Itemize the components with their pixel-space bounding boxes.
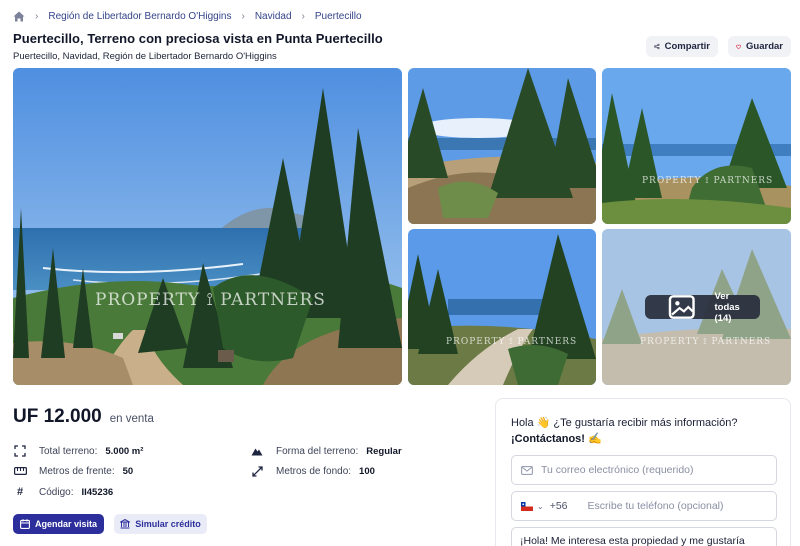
mountain-icon: [250, 444, 264, 458]
email-placeholder: Tu correo electrónico (requerido): [541, 464, 694, 476]
gallery-photo-4[interactable]: PROPERTY ⟟ PARTNERS Ver todas (14): [602, 229, 791, 385]
save-label: Guardar: [746, 41, 783, 52]
share-button[interactable]: Compartir: [646, 36, 718, 57]
phone-placeholder: Escribe tu teléfono (opcional): [587, 500, 724, 512]
bank-icon: [120, 519, 131, 529]
hash-icon: #: [16, 486, 24, 498]
heart-icon: [736, 44, 741, 49]
listing-location: Puertecillo, Navidad, Región de Libertad…: [13, 51, 277, 62]
feature-frontage: Metros de frente: 50: [13, 464, 133, 478]
contact-greeting: Hola 👋 ¿Te gustaría recibir más informac…: [511, 417, 738, 429]
mail-icon: [521, 465, 533, 475]
feature-total-area: Total terreno: 5.000 m²: [13, 444, 143, 458]
simulate-credit-button[interactable]: Simular crédito: [114, 514, 207, 534]
gallery-photo-3[interactable]: PROPERTY ⟟ PARTNERS: [408, 229, 596, 385]
coastal-landscape-image: [13, 68, 402, 385]
view-all-label: Ver todas (14): [714, 290, 740, 324]
simulate-credit-label: Simular crédito: [135, 519, 201, 529]
expand-icon: [13, 444, 27, 458]
view-all-photos-button[interactable]: Ver todas (14): [645, 291, 760, 324]
schedule-visit-button[interactable]: Agendar visita: [13, 514, 104, 534]
watermark: PROPERTY ⟟ PARTNERS: [640, 337, 772, 347]
price-amount: UF 12.000: [13, 406, 102, 427]
feature-value: 100: [359, 465, 375, 477]
feature-code: # Código: II45236: [13, 485, 113, 499]
home-icon[interactable]: [13, 11, 25, 22]
calendar-icon: [20, 519, 30, 529]
message-text: ¡Hola! Me interesa esta propiedad y me g…: [520, 535, 745, 546]
feature-label: Metros de frente:: [39, 465, 115, 477]
chile-flag-icon[interactable]: [521, 501, 533, 511]
feature-value: Regular: [366, 445, 402, 457]
breadcrumb-commune[interactable]: Navidad: [255, 11, 292, 22]
feature-value: II45236: [81, 486, 114, 498]
feature-label: Código:: [39, 486, 74, 498]
schedule-visit-label: Agendar visita: [34, 519, 98, 529]
gallery-photo-1[interactable]: [408, 68, 596, 224]
gallery-photo-2[interactable]: PROPERTY ⟟ PARTNERS: [602, 68, 791, 224]
contact-cta: ¡Contáctanos! ✍️: [511, 433, 602, 445]
price: UF 12.000 en venta: [13, 406, 154, 428]
main-photo[interactable]: PROPERTY ⟟ PARTNERS: [13, 68, 402, 385]
watermark: PROPERTY ⟟ PARTNERS: [642, 176, 774, 186]
listing-title: Puertecillo, Terreno con preciosa vista …: [13, 31, 383, 46]
breadcrumb: › Región de Libertador Bernardo O'Higgin…: [13, 9, 362, 23]
road-image: [408, 229, 596, 385]
diagonal-arrows-icon: [250, 464, 264, 478]
feature-label: Total terreno:: [39, 445, 98, 457]
palm-trees-image: [602, 68, 791, 224]
message-field[interactable]: ¡Hola! Me interesa esta propiedad y me g…: [511, 527, 777, 546]
chevron-right-icon: ›: [301, 10, 305, 22]
share-icon: [654, 43, 660, 50]
breadcrumb-region[interactable]: Región de Libertador Bernardo O'Higgins: [48, 11, 231, 22]
contact-card: Hola 👋 ¿Te gustaría recibir más informac…: [495, 398, 791, 546]
ruler-icon: [13, 464, 27, 478]
save-button[interactable]: Guardar: [728, 36, 791, 57]
photos-icon: [668, 295, 695, 319]
watermark: PROPERTY ⟟ PARTNERS: [95, 290, 326, 310]
chevron-right-icon: ›: [35, 10, 39, 22]
feature-value: 50: [122, 465, 134, 477]
share-label: Compartir: [664, 41, 710, 52]
email-field[interactable]: Tu correo electrónico (requerido): [511, 455, 777, 485]
feature-land-shape: Forma del terreno: Regular: [250, 444, 402, 458]
feature-depth: Metros de fondo: 100: [250, 464, 375, 478]
feature-value: 5.000 m²: [105, 445, 144, 457]
chevron-right-icon: ›: [241, 10, 245, 22]
chevron-down-icon[interactable]: ⌄: [537, 502, 544, 511]
forest-view-image: [408, 68, 596, 224]
watermark: PROPERTY ⟟ PARTNERS: [446, 337, 578, 347]
operation-type: en venta: [109, 413, 154, 425]
country-code: +56: [549, 500, 568, 512]
feature-label: Metros de fondo:: [276, 465, 352, 477]
breadcrumb-locality[interactable]: Puertecillo: [315, 11, 362, 22]
phone-field[interactable]: ⌄ +56 Escribe tu teléfono (opcional): [511, 491, 777, 521]
feature-label: Forma del terreno:: [276, 445, 359, 457]
